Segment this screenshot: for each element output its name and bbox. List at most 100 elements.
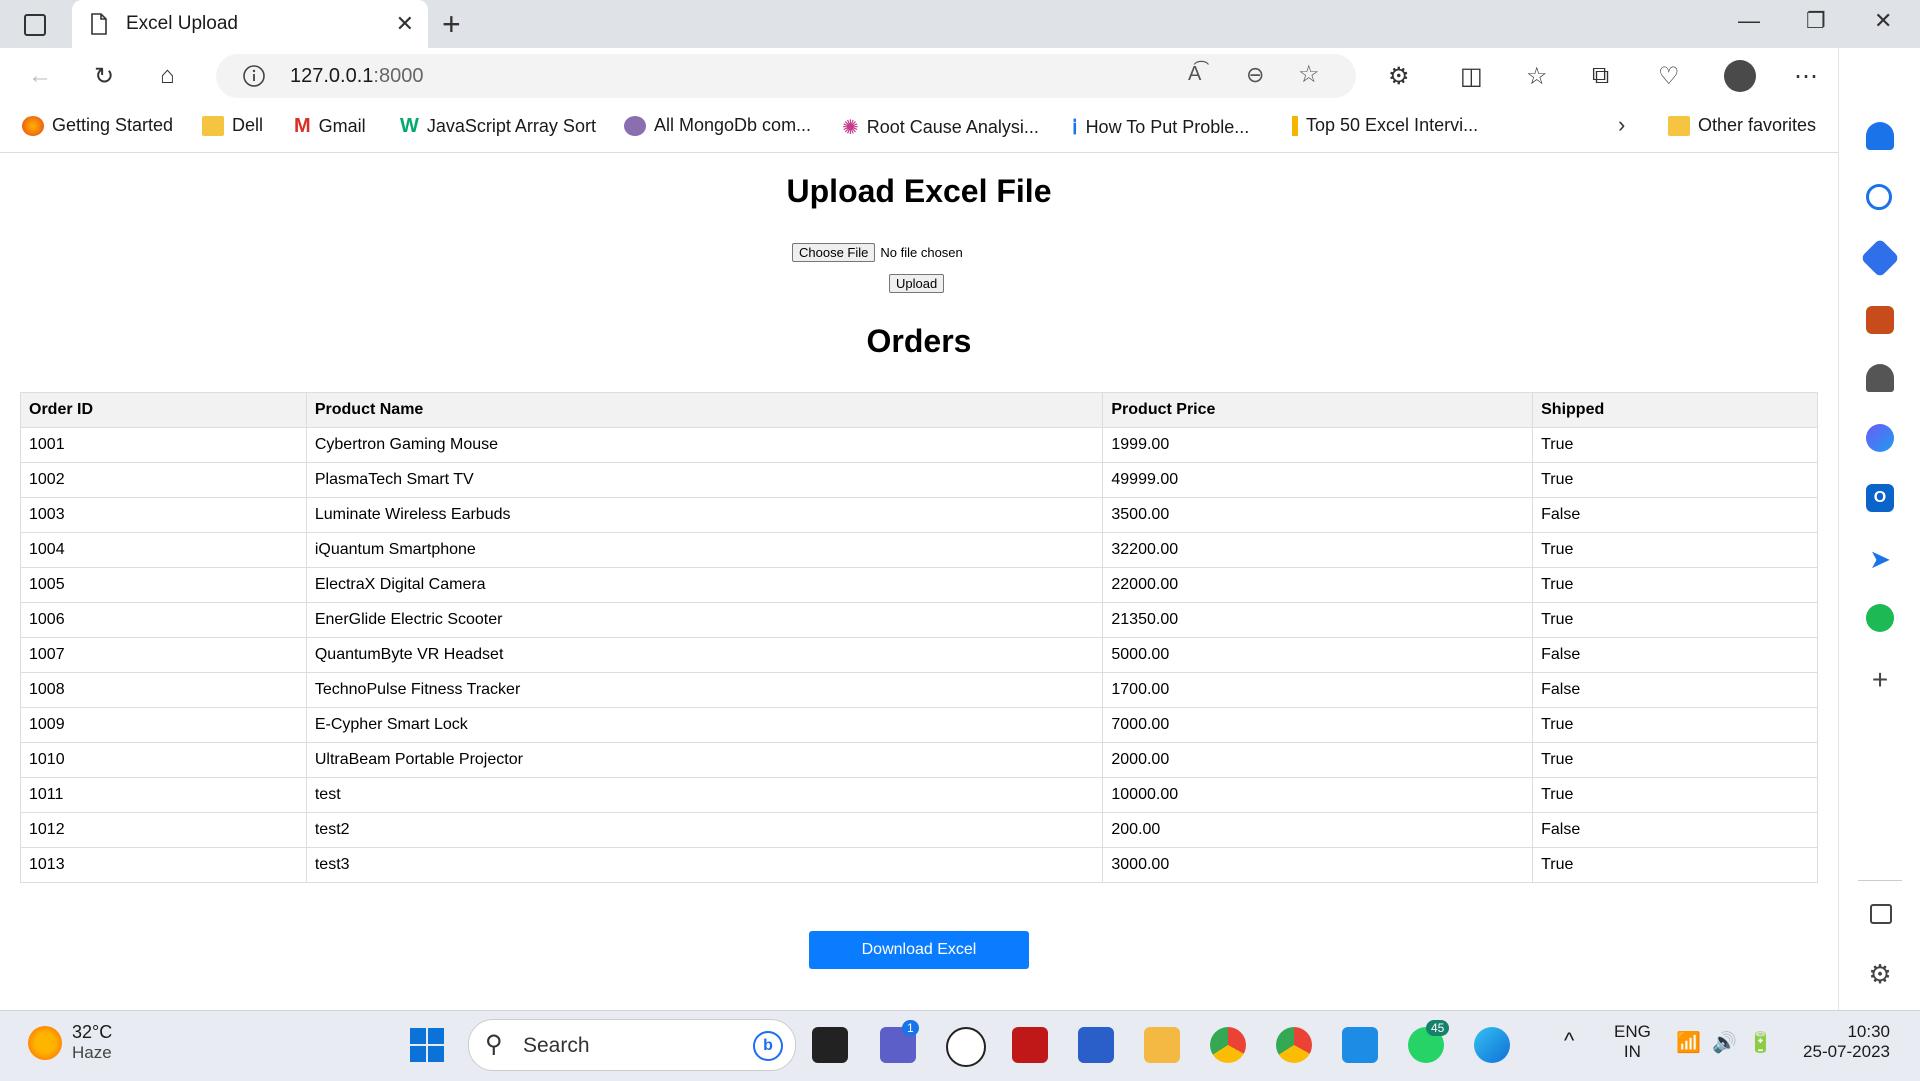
favorite-star-icon[interactable]: ☆ <box>1298 60 1320 89</box>
product-name-cell: QuantumByte VR Headset <box>305 637 1104 673</box>
close-window-icon[interactable]: ✕ <box>1874 8 1892 34</box>
shipped-cell: False <box>1532 497 1818 533</box>
battery-icon[interactable]: 🔋 <box>1748 1030 1773 1055</box>
bookmark-how-to-put[interactable]: ⅰ How To Put Proble... <box>1072 115 1249 140</box>
table-row: 1006 EnerGlide Electric Scooter 21350.00 Tr… <box>20 602 1818 638</box>
chrome-icon[interactable] <box>1210 1027 1246 1063</box>
order-id-cell: 1005 <box>20 567 307 603</box>
send-icon[interactable]: ➤ <box>1866 544 1894 574</box>
folder-icon <box>202 115 224 136</box>
edge-icon[interactable] <box>1474 1027 1510 1063</box>
taskbar-search[interactable]: ⚲ Search b <box>468 1019 796 1071</box>
bookmark-top-50-excel[interactable]: Top 50 Excel Intervi... <box>1292 115 1478 136</box>
more-options-icon[interactable]: ⋯ <box>1794 62 1818 91</box>
page-title: Upload Excel File <box>786 173 1052 209</box>
microsoft-store-icon[interactable] <box>1078 1027 1114 1063</box>
start-button[interactable] <box>410 1028 444 1062</box>
product-price-cell: 200.00 <box>1102 812 1534 848</box>
download-excel-button[interactable]: Download Excel <box>809 931 1029 969</box>
chevron-right-icon[interactable]: › <box>1618 112 1625 138</box>
firefox-icon <box>22 115 44 136</box>
tools-icon[interactable] <box>1866 306 1894 334</box>
address-bar[interactable]: 127.0.0.1:8000 A͡ ⊖ ☆ <box>216 54 1356 98</box>
site-info-icon[interactable] <box>242 64 266 88</box>
spotify-icon[interactable] <box>1866 604 1894 632</box>
bookmark-gmail[interactable]: M Gmail <box>294 115 366 138</box>
w3schools-icon: W <box>400 115 419 137</box>
mcafee-icon[interactable] <box>1012 1027 1048 1063</box>
chevron-up-icon[interactable]: ^ <box>1564 1028 1574 1054</box>
home-icon[interactable]: ⌂ <box>160 62 175 90</box>
product-price-cell: 3500.00 <box>1102 497 1534 533</box>
file-input[interactable]: Choose File No file chosen <box>792 243 963 262</box>
clock[interactable]: 10:30 25-07-2023 <box>1798 1022 1890 1062</box>
favorites-icon[interactable]: ☆ <box>1526 62 1548 91</box>
hide-sidebar-icon[interactable] <box>1870 904 1892 924</box>
bookmark-mongodb[interactable]: All MongoDb com... <box>624 115 811 136</box>
choose-file-button[interactable]: Choose File <box>792 243 876 262</box>
table-row: 1005 ElectraX Digital Camera 22000.00 True <box>20 567 1818 603</box>
order-id-cell: 1011 <box>20 777 307 813</box>
shipped-cell: True <box>1532 777 1818 813</box>
header-shipped: Shipped <box>1532 392 1818 428</box>
bookmark-root-cause[interactable]: ✺ Root Cause Analysi... <box>842 115 1039 140</box>
microsoft-365-icon[interactable] <box>1866 424 1894 452</box>
add-icon[interactable]: + <box>1866 666 1894 694</box>
extensions-icon[interactable]: ⚙ <box>1388 62 1410 91</box>
games-icon[interactable] <box>1866 364 1894 392</box>
product-price-cell: 5000.00 <box>1102 637 1534 673</box>
upload-button[interactable]: Upload <box>889 274 945 293</box>
shipped-cell: True <box>1532 462 1818 498</box>
chrome-profile-icon[interactable] <box>1276 1027 1312 1063</box>
close-tab-icon[interactable]: ✕ <box>396 11 414 37</box>
tab-title: Excel Upload <box>126 13 238 34</box>
settings-gear-icon[interactable]: ⚙ <box>1866 960 1894 988</box>
profile-avatar[interactable] <box>1724 60 1756 92</box>
task-view-icon[interactable] <box>812 1027 848 1063</box>
minimize-icon[interactable]: — <box>1738 8 1760 34</box>
tab-excel-upload[interactable]: Excel Upload ✕ <box>72 0 428 48</box>
order-id-cell: 1010 <box>20 742 307 778</box>
shipped-cell: True <box>1532 532 1818 568</box>
wifi-icon[interactable]: 📶 <box>1676 1030 1701 1055</box>
order-id-cell: 1002 <box>20 462 307 498</box>
product-name-cell: test <box>305 777 1104 813</box>
vscode-icon[interactable] <box>1342 1027 1378 1063</box>
other-favorites[interactable]: Other favorites <box>1668 115 1816 136</box>
file-explorer-icon[interactable] <box>1144 1027 1180 1063</box>
notifications-icon[interactable] <box>1866 122 1894 150</box>
collections-icon[interactable]: ⧉ <box>1592 62 1609 90</box>
orders-table: Order ID Product Name Product Price Ship… <box>20 392 1818 883</box>
split-screen-icon[interactable]: ◫ <box>1460 62 1483 91</box>
browser-essentials-icon[interactable]: ♡ <box>1658 62 1680 91</box>
read-aloud-icon[interactable]: A͡ <box>1188 63 1201 86</box>
zoom-out-icon[interactable]: ⊖ <box>1246 62 1264 88</box>
product-name-cell: EnerGlide Electric Scooter <box>305 602 1104 638</box>
product-price-cell: 7000.00 <box>1102 707 1534 743</box>
weather-widget[interactable]: 32°C Haze <box>28 1022 112 1063</box>
weather-condition: Haze <box>72 1043 112 1062</box>
file-status: No file chosen <box>880 245 963 260</box>
new-tab-icon[interactable]: + <box>442 6 461 43</box>
shipped-cell: True <box>1532 602 1818 638</box>
bookmark-dell[interactable]: Dell <box>202 115 263 136</box>
dell-icon[interactable] <box>946 1027 986 1067</box>
order-id-cell: 1006 <box>20 602 307 638</box>
product-price-cell: 10000.00 <box>1102 777 1534 813</box>
volume-icon[interactable]: 🔊 <box>1712 1030 1737 1055</box>
bing-icon: b <box>753 1031 783 1061</box>
outlook-icon[interactable]: O <box>1866 484 1894 512</box>
header-order-id: Order ID <box>20 392 307 428</box>
search-icon: ⚲ <box>485 1031 503 1058</box>
search-icon[interactable] <box>1866 184 1892 210</box>
refresh-icon[interactable]: ↻ <box>94 62 114 91</box>
tab-actions-icon[interactable] <box>24 14 46 36</box>
dots-icon: ✺ <box>842 117 859 139</box>
bookmark-getting-started[interactable]: Getting Started <box>22 115 173 136</box>
bookmark-javascript-array-sort[interactable]: W JavaScript Array Sort <box>400 115 596 138</box>
restore-icon[interactable]: ❐ <box>1806 8 1826 34</box>
language-indicator[interactable]: ENG IN <box>1614 1022 1651 1062</box>
back-icon[interactable]: ← <box>28 62 52 90</box>
header-product-price: Product Price <box>1102 392 1534 428</box>
table-row: 1002 PlasmaTech Smart TV 49999.00 True <box>20 462 1818 498</box>
